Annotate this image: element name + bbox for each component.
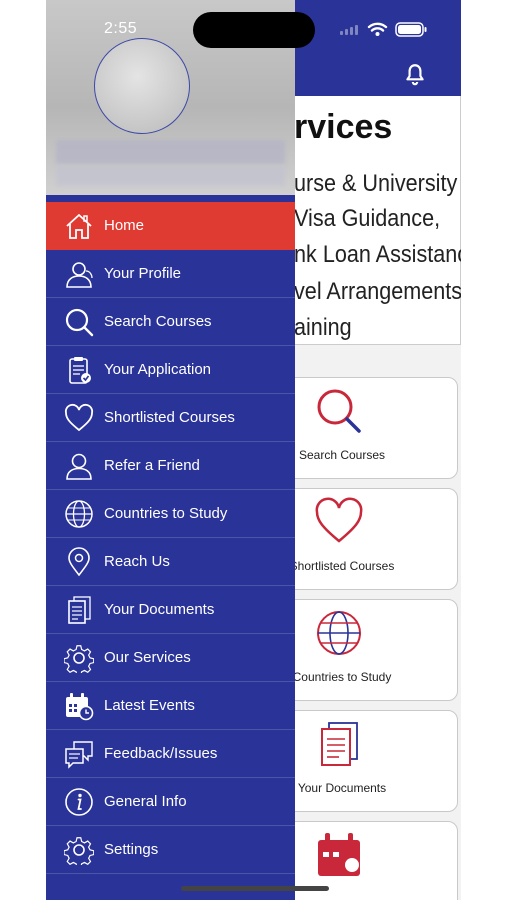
menu-item-refer-a-friend[interactable]: Refer a Friend: [46, 442, 295, 490]
dynamic-island: [193, 12, 315, 48]
menu-item-search-courses[interactable]: Search Courses: [46, 298, 295, 346]
banner-title: rvices: [294, 108, 393, 146]
menu-label: Your Application: [104, 361, 212, 378]
home-icon: [66, 214, 92, 239]
menu-label: Reach Us: [104, 553, 170, 570]
status-indicators: [340, 22, 427, 37]
menu-item-your-application[interactable]: Your Application: [46, 346, 295, 394]
menu-label: General Info: [104, 793, 187, 810]
heart-icon: [315, 497, 363, 543]
document-icon: [68, 596, 91, 624]
menu-item-feedback-issues[interactable]: Feedback/Issues: [46, 730, 295, 778]
menu-label: Feedback/Issues: [104, 745, 218, 762]
globe-icon: [317, 611, 361, 655]
menu-label: Your Documents: [104, 601, 215, 618]
banner-line: aining: [294, 314, 352, 341]
calendar-clock-icon: [66, 693, 94, 721]
wifi-icon: [367, 22, 388, 32]
user-icon: [66, 262, 93, 288]
home-indicator[interactable]: [181, 886, 329, 891]
menu-label: Search Courses: [104, 313, 212, 330]
menu-item-shortlisted-courses[interactable]: Shortlisted Courses: [46, 394, 295, 442]
menu-label: Refer a Friend: [104, 457, 200, 474]
menu-label: Our Services: [104, 649, 191, 666]
bell-icon[interactable]: [402, 62, 428, 88]
gear-icon: [64, 645, 94, 673]
navigation-drawer: 2:55 Home Your Profile Search Courses Yo…: [46, 0, 295, 900]
profile-name-redacted: [56, 140, 285, 164]
menu-item-our-services[interactable]: Our Services: [46, 634, 295, 682]
banner-line: vel Arrangements: [294, 278, 461, 305]
clipboard-check-icon: [69, 357, 91, 384]
phone-screen: rvices urse & University Visa Guidance, …: [46, 0, 461, 900]
user-icon: [66, 453, 92, 480]
menu-item-your-profile[interactable]: Your Profile: [46, 250, 295, 298]
location-pin-icon: [68, 547, 90, 577]
documents-icon: [321, 722, 358, 766]
menu-item-your-documents[interactable]: Your Documents: [46, 586, 295, 634]
chat-icon: [65, 741, 93, 769]
banner-line: urse & University: [294, 170, 458, 197]
menu-item-settings[interactable]: Settings: [46, 826, 295, 874]
globe-icon: [65, 500, 93, 528]
menu-label: Settings: [104, 841, 159, 858]
calendar-icon: [318, 833, 360, 876]
signal-icon: [340, 25, 358, 35]
menu-label: Shortlisted Courses: [104, 409, 235, 426]
menu-item-home[interactable]: Home: [46, 202, 295, 250]
menu-label: Countries to Study: [104, 505, 228, 522]
banner-line: Visa Guidance,: [294, 205, 441, 232]
search-icon: [65, 308, 94, 337]
menu-item-countries-to-study[interactable]: Countries to Study: [46, 490, 295, 538]
menu-item-reach-us[interactable]: Reach Us: [46, 538, 295, 586]
avatar[interactable]: [94, 38, 190, 134]
battery-icon: [395, 22, 427, 37]
settings-icon: [64, 837, 94, 865]
info-icon: [65, 788, 93, 816]
banner-line: nk Loan Assistance,: [294, 241, 461, 268]
heart-icon: [64, 403, 94, 432]
search-icon: [317, 389, 361, 433]
menu-label: Home: [104, 217, 145, 234]
menu-label: Your Profile: [104, 265, 181, 282]
status-time: 2:55: [104, 20, 138, 37]
menu-item-general-info[interactable]: General Info: [46, 778, 295, 826]
profile-email-redacted: [56, 166, 285, 186]
menu-item-latest-events[interactable]: Latest Events: [46, 682, 295, 730]
menu-label: Latest Events: [104, 697, 195, 714]
